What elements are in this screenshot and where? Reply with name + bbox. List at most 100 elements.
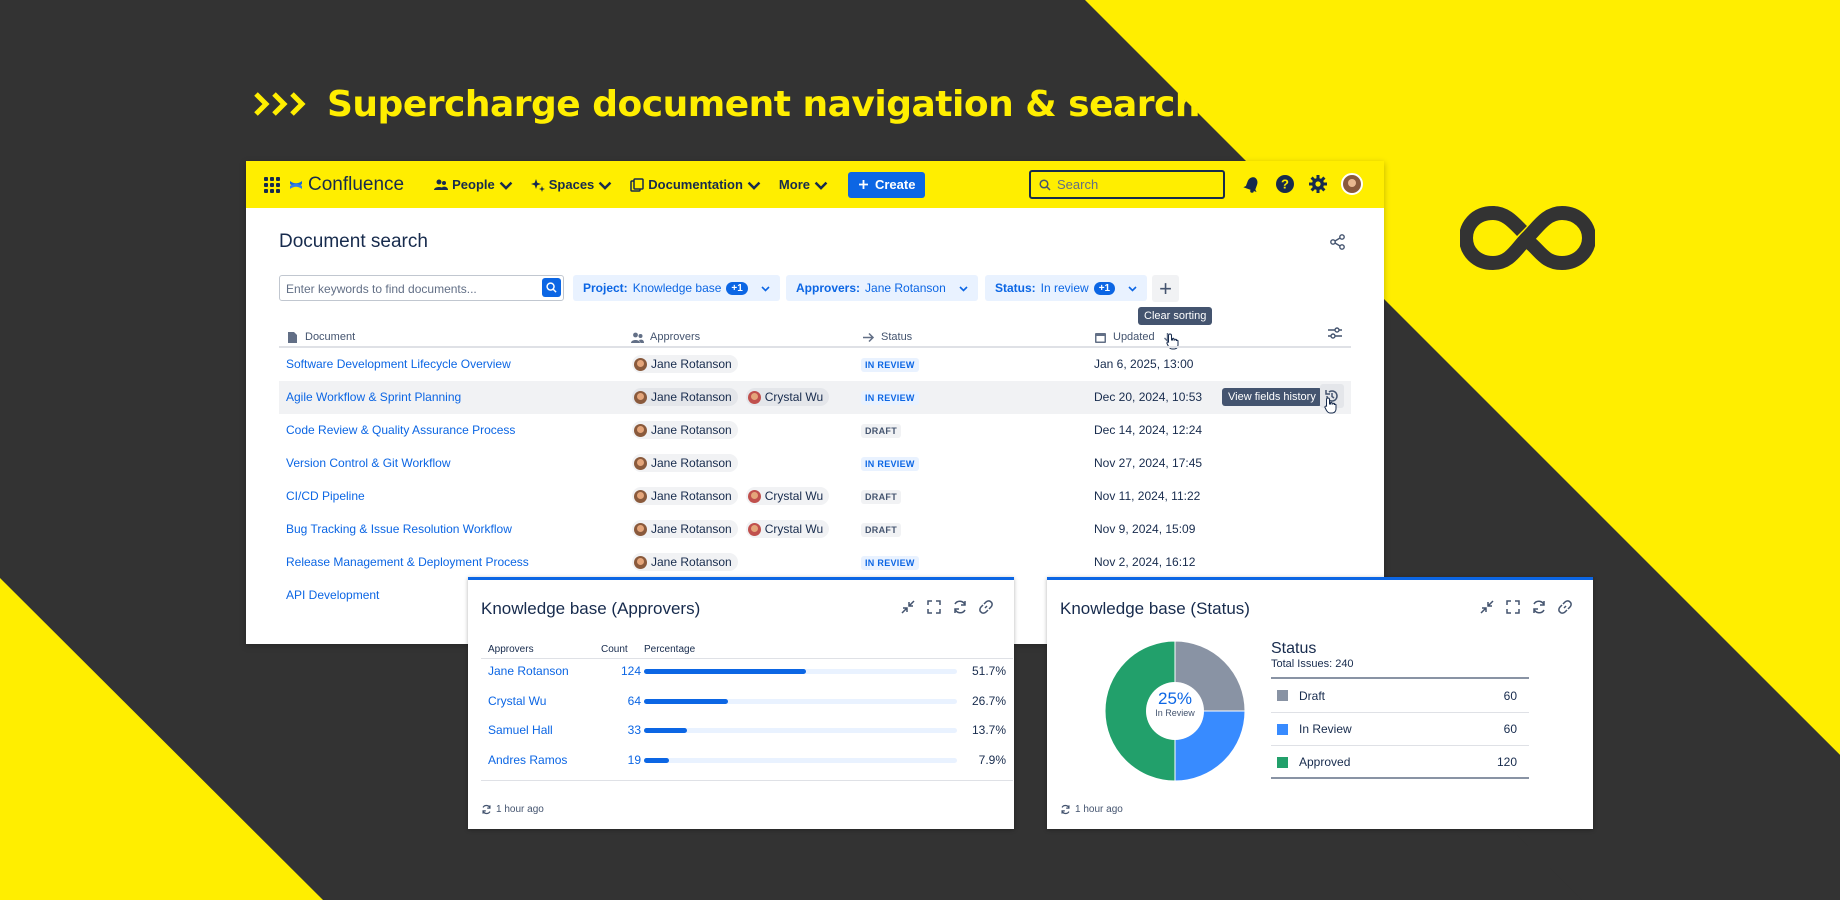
document-link[interactable]: Code Review & Quality Assurance Process	[286, 423, 515, 437]
column-label: Status	[881, 331, 913, 343]
document-link[interactable]: Version Control & Git Workflow	[286, 456, 451, 470]
approver-chip[interactable]: Jane Rotanson	[632, 487, 738, 505]
refresh-icon[interactable]	[1531, 599, 1547, 615]
approver-name-link[interactable]: Crystal Wu	[488, 694, 546, 708]
percentage-bar-track	[644, 669, 957, 674]
approver-count[interactable]: 64	[603, 694, 641, 708]
chevron-down-icon	[814, 181, 828, 190]
headline-text: Supercharge document navigation & search	[327, 83, 1201, 125]
table-row[interactable]: Release Management & Deployment Process J…	[279, 546, 1351, 579]
approver-percentage: 26.7%	[971, 693, 1006, 708]
approver-name-link[interactable]: Jane Rotanson	[488, 664, 569, 678]
document-link[interactable]: Bug Tracking & Issue Resolution Workflow	[286, 522, 512, 536]
document-link[interactable]: API Development	[286, 588, 379, 602]
legend-title: Status	[1271, 640, 1317, 657]
approver-chip[interactable]: Jane Rotanson	[632, 388, 738, 406]
filter-status[interactable]: Status: In review +1	[985, 275, 1148, 301]
nav-spaces[interactable]: Spaces	[530, 177, 613, 192]
spaces-icon	[530, 178, 545, 192]
updated-date: Dec 20, 2024, 10:53	[1094, 390, 1203, 404]
settings-icon[interactable]	[1308, 174, 1328, 194]
approver-chip[interactable]: Jane Rotanson	[632, 553, 738, 571]
legend-swatch	[1277, 690, 1288, 701]
filter-key: Approvers:	[796, 281, 861, 295]
avatar	[634, 555, 647, 569]
link-icon[interactable]	[1557, 599, 1573, 615]
table-row[interactable]: Bug Tracking & Issue Resolution Workflow…	[279, 513, 1351, 546]
user-avatar[interactable]	[1341, 173, 1363, 195]
nav-more[interactable]: More	[779, 177, 828, 192]
keyword-search-button[interactable]	[542, 278, 561, 297]
legend-item[interactable]: Approved 120	[1271, 745, 1529, 778]
refresh-icon[interactable]	[952, 599, 968, 615]
document-link[interactable]: CI/CD Pipeline	[286, 489, 365, 503]
status-badge: IN REVIEW	[861, 358, 919, 372]
plus-icon	[858, 180, 868, 189]
refresh-icon[interactable]	[1060, 804, 1071, 815]
filter-approvers[interactable]: Approvers: Jane Rotanson	[786, 275, 978, 301]
table-row[interactable]: Code Review & Quality Assurance Process J…	[279, 414, 1351, 447]
avatar	[634, 357, 647, 371]
approver-chip[interactable]: Crystal Wu	[745, 520, 830, 538]
document-link[interactable]: Agile Workflow & Sprint Planning	[286, 390, 461, 404]
document-link[interactable]: Software Development Lifecycle Overview	[286, 357, 511, 371]
add-filter-button[interactable]: +	[1152, 275, 1179, 302]
nav-people[interactable]: People	[434, 177, 513, 192]
column-header-document[interactable]: Document	[286, 327, 355, 347]
nav-more-label: More	[778, 177, 810, 192]
share-icon[interactable]	[1329, 233, 1347, 251]
approver-count[interactable]: 33	[603, 723, 641, 737]
status-badge: IN REVIEW	[861, 391, 919, 405]
approver-chip[interactable]: Jane Rotanson	[632, 355, 738, 373]
search-input[interactable]: Search	[1029, 170, 1225, 199]
people-icon	[631, 332, 644, 343]
approver-count[interactable]: 19	[603, 753, 641, 767]
legend-item[interactable]: Draft 60	[1271, 679, 1529, 712]
legend-label: Draft	[1299, 688, 1326, 703]
last-updated-text: 1 hour ago	[1075, 804, 1123, 815]
approver-name: Jane Rotanson	[651, 390, 732, 404]
column-header-status[interactable]: Status	[862, 327, 912, 347]
approver-name-link[interactable]: Andres Ramos	[488, 753, 567, 767]
column-settings-icon[interactable]	[1327, 325, 1343, 341]
create-button[interactable]: Create	[847, 171, 926, 198]
filter-project[interactable]: Project: Knowledge base +1	[573, 275, 780, 301]
fullscreen-icon[interactable]	[1505, 599, 1521, 615]
fullscreen-icon[interactable]	[926, 599, 942, 615]
collapse-icon[interactable]	[1479, 599, 1495, 615]
document-link[interactable]: Release Management & Deployment Process	[286, 555, 529, 569]
calendar-icon	[1095, 332, 1106, 343]
column-label: Approvers	[650, 331, 701, 343]
keyword-search-input[interactable]: Enter keywords to find documents...	[279, 275, 564, 301]
notifications-icon[interactable]	[1242, 174, 1262, 194]
table-row[interactable]: CI/CD Pipeline Jane Rotanson Crystal Wu DRA…	[279, 480, 1351, 513]
legend-item[interactable]: In Review 60	[1271, 712, 1529, 745]
approver-chip[interactable]: Jane Rotanson	[632, 454, 738, 472]
approver-name-link[interactable]: Samuel Hall	[488, 723, 553, 737]
status-card: Knowledge base (Status) 25% In Review St…	[1047, 577, 1593, 829]
create-button-label: Create	[874, 177, 916, 192]
confluence-logo-icon[interactable]	[288, 177, 304, 193]
approver-count[interactable]: 124	[603, 664, 641, 678]
chevron-down-icon	[761, 285, 770, 292]
keyword-placeholder: Enter keywords to find documents...	[286, 282, 477, 296]
table-row[interactable]: Version Control & Git Workflow Jane Rotan…	[279, 447, 1351, 480]
approver-chip[interactable]: Jane Rotanson	[632, 421, 738, 439]
table-row[interactable]: Software Development Lifecycle Overview J…	[279, 348, 1351, 381]
filter-value: In review	[1040, 281, 1089, 295]
app-switcher-icon[interactable]	[264, 176, 280, 193]
nav-documentation[interactable]: Documentation	[630, 177, 761, 192]
confluence-logo-text[interactable]: Confluence	[308, 174, 404, 196]
refresh-icon[interactable]	[481, 804, 492, 815]
updated-date: Nov 9, 2024, 15:09	[1094, 522, 1196, 536]
collapse-icon[interactable]	[900, 599, 916, 615]
approver-chip[interactable]: Jane Rotanson	[632, 520, 738, 538]
link-icon[interactable]	[978, 599, 994, 615]
column-header-updated[interactable]: Updated	[1094, 327, 1174, 347]
column-header-approvers[interactable]: Approvers	[631, 327, 700, 347]
percentage-bar-track	[644, 757, 957, 763]
approver-chip[interactable]: Crystal Wu	[745, 388, 830, 406]
help-icon[interactable]: ?	[1275, 174, 1295, 194]
approver-chip[interactable]: Crystal Wu	[745, 487, 830, 505]
table-row[interactable]: Agile Workflow & Sprint Planning Jane Rot…	[279, 381, 1351, 414]
